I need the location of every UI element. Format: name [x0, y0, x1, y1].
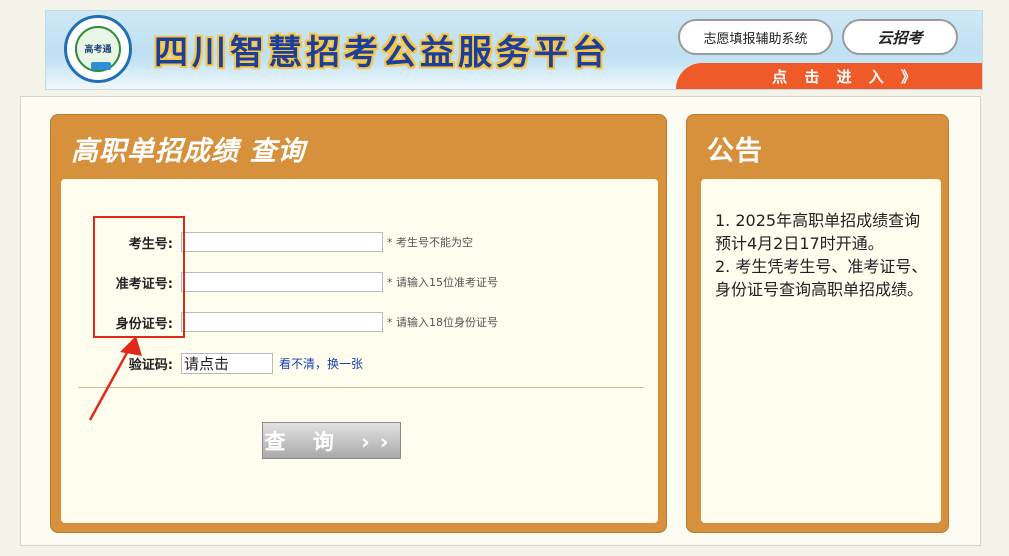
header-banner: 高考通 四川智慧招考公益服务平台 志愿填报辅助系统 云招考 点 击 进 入 》 [45, 10, 983, 90]
notice-item: 2. 考生凭考生号、准考证号、身份证号查询高职单招成绩。 [715, 257, 928, 299]
book-icon [91, 62, 111, 70]
id-number-input[interactable] [181, 312, 383, 332]
form-divider [78, 387, 644, 388]
exam-number-input[interactable] [181, 232, 383, 252]
highlight-box [93, 216, 185, 338]
logo-emblem: 高考通 [75, 26, 121, 72]
notice-item: 1. 2025年高职单招成绩查询预计4月2日17时开通。 [715, 211, 921, 253]
captcha-image[interactable]: 请点击 [181, 352, 273, 374]
notice-body: 1. 2025年高职单招成绩查询预计4月2日17时开通。 2. 考生凭考生号、准… [701, 179, 941, 523]
query-button[interactable]: 查 询 ›› [262, 422, 401, 459]
site-title: 四川智慧招考公益服务平台 [154, 33, 610, 73]
notice-panel-title: 公告 [707, 136, 763, 167]
notice-panel: 公告 1. 2025年高职单招成绩查询预计4月2日17时开通。 2. 考生凭考生… [686, 114, 949, 533]
captcha-label: 验证码: [128, 357, 173, 373]
query-panel-title: 高职单招成绩 查询 [71, 136, 306, 167]
volunteer-system-button[interactable]: 志愿填报辅助系统 [678, 19, 833, 55]
ticket-number-input[interactable] [181, 272, 383, 292]
logo-text: 高考通 [84, 45, 112, 55]
site-logo[interactable]: 高考通 [64, 15, 132, 83]
field-row-captcha: 验证码: 请点击 看不清，换一张 [61, 352, 363, 374]
id-number-hint: * 请输入18位身份证号 [387, 316, 498, 329]
captcha-refresh-link[interactable]: 看不清，换一张 [279, 355, 363, 372]
brand-button[interactable]: 云招考 [842, 19, 958, 55]
enter-button[interactable]: 点 击 进 入 》 [676, 63, 982, 89]
exam-number-hint: * 考生号不能为空 [387, 236, 473, 249]
ticket-number-hint: * 请输入15位准考证号 [387, 276, 498, 289]
notice-list: 1. 2025年高职单招成绩查询预计4月2日17时开通。 2. 考生凭考生号、准… [715, 209, 931, 301]
